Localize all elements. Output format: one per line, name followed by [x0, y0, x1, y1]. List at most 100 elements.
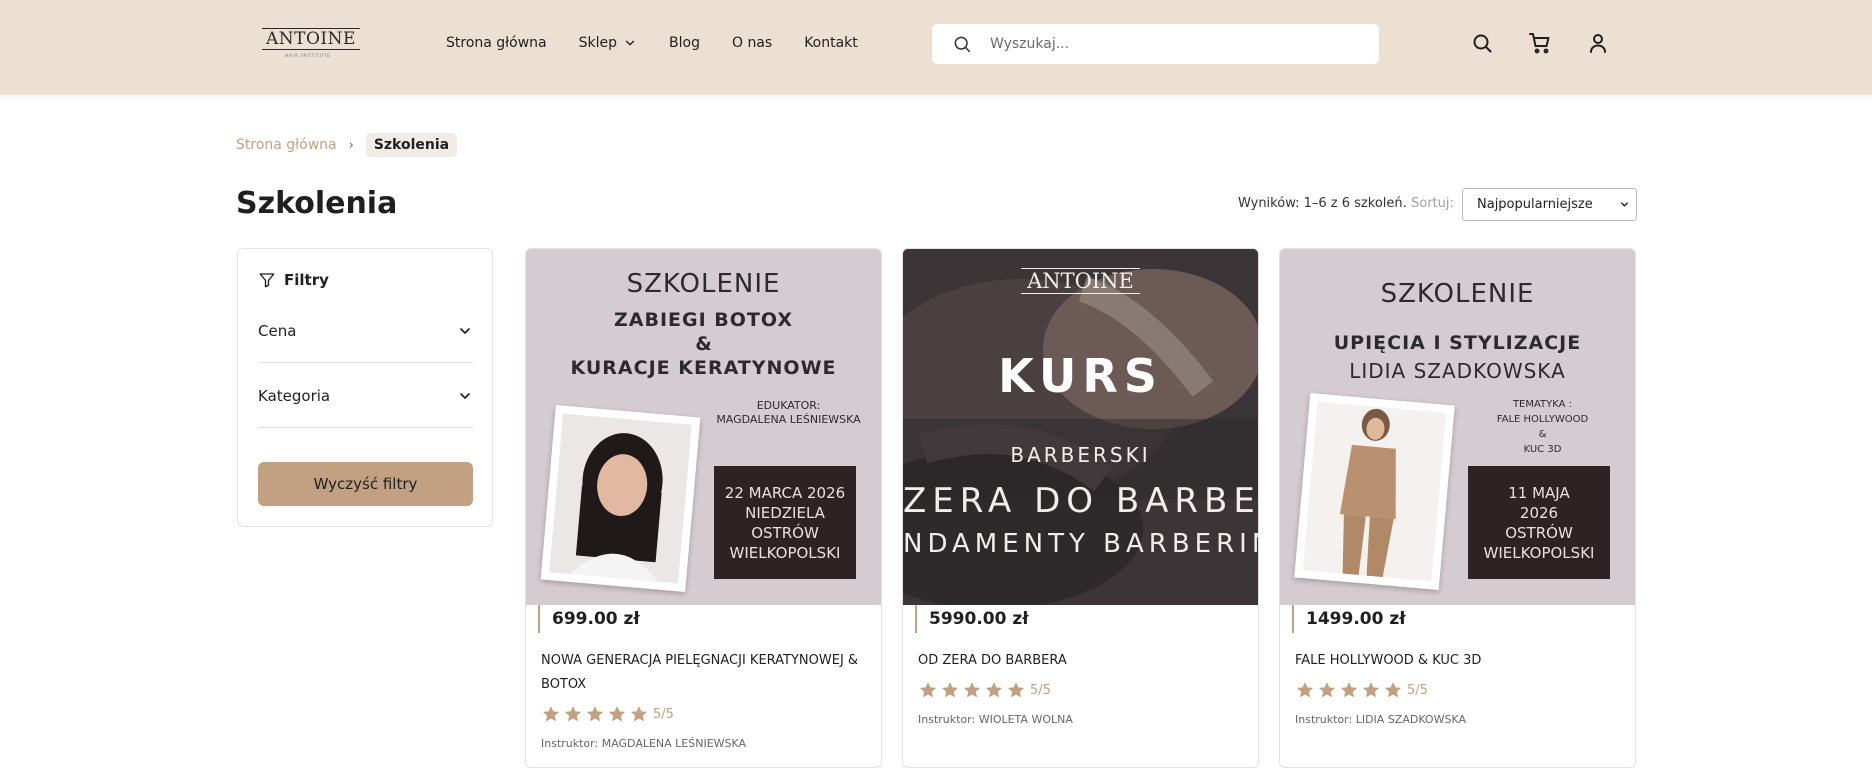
product-price: 699.00 zł	[538, 605, 640, 633]
product-price: 1499.00 zł	[1292, 605, 1406, 633]
star-icon	[963, 682, 981, 698]
star-icon	[985, 682, 1003, 698]
poster-heading: KURS	[998, 349, 1163, 403]
portrait-illustration	[1302, 401, 1447, 582]
nav-item-contact[interactable]: Kontakt	[804, 35, 858, 51]
star-icon	[1296, 682, 1314, 698]
filter-icon	[259, 273, 275, 288]
nav-label: O nas	[731, 35, 773, 51]
rating-value: 5/5	[1407, 682, 1428, 698]
breadcrumb-home-link[interactable]: Strona główna	[236, 137, 337, 153]
sort-select[interactable]: Najpopularniejsze	[1462, 188, 1637, 221]
cart-icon[interactable]	[1528, 31, 1552, 55]
instructor-photo	[540, 405, 701, 592]
filters-title: Filtry	[284, 271, 329, 289]
poster-line: BARBERSKI	[1010, 443, 1151, 467]
star-icon	[1362, 682, 1380, 698]
course-poster: SZKOLENIE ZABIEGI BOTOX & KURACJE KERATY…	[526, 249, 881, 605]
poster-logo-wrap: ANTOINE	[903, 268, 1258, 294]
product-card[interactable]: SZKOLENIE ZABIEGI BOTOX & KURACJE KERATY…	[525, 248, 882, 768]
search-bar	[932, 24, 1379, 64]
chevron-down-icon	[625, 40, 635, 46]
nav-label: Sklep	[578, 35, 618, 51]
rating-stars: 5/5	[1295, 680, 1428, 700]
course-poster: ANTOINE KURS BARBERSKI ZERA DO BARBE NDA…	[903, 249, 1258, 605]
poster-line: KURACJE KERATYNOWE	[570, 357, 837, 379]
rating-value: 5/5	[653, 706, 674, 722]
poster-date-line: 11 MAJA	[1508, 483, 1570, 502]
poster-date-line: OSTRÓW	[751, 523, 819, 542]
product-title[interactable]: OD ZERA DO BARBERA	[918, 649, 1238, 673]
poster-date-line: 2026	[1519, 503, 1559, 522]
poster-logo: ANTOINE	[1021, 268, 1140, 294]
poster-heading: SZKOLENIE	[1380, 279, 1535, 309]
filters-panel: Filtry Cena Kategoria Wyczyść filtry	[237, 248, 493, 527]
rating-value: 5/5	[1030, 682, 1051, 698]
nav-label: Kontakt	[804, 35, 858, 51]
star-icon	[1340, 682, 1358, 698]
poster-line: &	[695, 333, 712, 355]
logo-subtext: HAIR INSTITUTE	[285, 53, 331, 58]
poster-topic-label: TEMATYKA :	[1512, 399, 1573, 410]
star-icon	[586, 706, 604, 722]
header-actions	[1470, 31, 1610, 55]
product-price: 5990.00 zł	[915, 605, 1029, 633]
filters-header: Filtry	[258, 271, 329, 289]
nav-label: Blog	[669, 35, 700, 51]
sort-value: Najpopularniejsze	[1477, 197, 1593, 212]
rating-stars: 5/5	[541, 704, 674, 724]
nav-item-blog[interactable]: Blog	[669, 35, 700, 51]
star-icon	[919, 682, 937, 698]
chevron-right-icon: ›	[348, 137, 354, 153]
nav-label: Strona główna	[446, 35, 547, 51]
portrait-illustration	[549, 413, 692, 584]
user-icon[interactable]	[1586, 31, 1610, 55]
breadcrumb-current: Szkolenia	[365, 133, 458, 157]
product-card[interactable]: SZKOLENIE UPIĘCIA I STYLIZACJE LIDIA SZA…	[1279, 248, 1636, 768]
product-title[interactable]: NOWA GENERACJA PIELĘGNACJI KERATYNOWEJ &…	[541, 649, 861, 697]
nav-item-about[interactable]: O nas	[732, 35, 772, 51]
star-icon	[608, 706, 626, 722]
poster-date-line: WIELKOPOLSKI	[1483, 543, 1595, 562]
product-title[interactable]: FALE HOLLYWOOD & KUC 3D	[1295, 649, 1615, 673]
search-icon	[954, 36, 971, 53]
star-icon	[1318, 682, 1336, 698]
poster-date-line: OSTRÓW	[1505, 523, 1573, 542]
star-icon	[1007, 682, 1025, 698]
nav-item-home[interactable]: Strona główna	[446, 35, 547, 51]
product-image[interactable]: SZKOLENIE ZABIEGI BOTOX & KURACJE KERATY…	[526, 249, 881, 605]
product-instructor: Instruktor: LIDIA SZADKOWSKA	[1295, 713, 1466, 726]
star-icon	[542, 706, 560, 722]
poster-date-line: 22 MARCA 2026	[724, 483, 846, 502]
nav-item-shop[interactable]: Sklep	[579, 35, 637, 51]
search-icon[interactable]	[1470, 31, 1494, 55]
page-title: Szkolenia	[236, 186, 398, 221]
poster-line: ZERA DO BARBE	[903, 481, 1258, 521]
clear-filters-button[interactable]: Wyczyść filtry	[258, 462, 473, 506]
site-logo[interactable]: ANTOINE HAIR INSTITUTE	[262, 28, 360, 64]
product-card[interactable]: ANTOINE KURS BARBERSKI ZERA DO BARBE NDA…	[902, 248, 1259, 768]
product-image[interactable]: SZKOLENIE UPIĘCIA I STYLIZACJE LIDIA SZA…	[1280, 249, 1635, 605]
star-icon	[1384, 682, 1402, 698]
logo-text: ANTOINE	[262, 28, 360, 50]
poster-line: UPIĘCIA I STYLIZACJE	[1333, 332, 1582, 354]
search-input[interactable]	[990, 36, 1350, 52]
site-header: ANTOINE HAIR INSTITUTE Strona główna Skl…	[0, 0, 1872, 95]
star-icon	[941, 682, 959, 698]
poster-date-line: WIELKOPOLSKI	[729, 543, 841, 562]
poster-line: ZABIEGI BOTOX	[613, 309, 793, 331]
poster-date-box: 11 MAJA 2026 OSTRÓW WIELKOPOLSKI	[1468, 466, 1610, 579]
product-image[interactable]: ANTOINE KURS BARBERSKI ZERA DO BARBE NDA…	[903, 249, 1258, 605]
poster-topic-line: KUC 3D	[1523, 444, 1562, 455]
filter-category-toggle[interactable]: Kategoria	[258, 364, 473, 428]
poster-topic-line: FALE HOLLYWOOD	[1496, 414, 1589, 425]
sort-label: Sortuj:	[1411, 196, 1454, 211]
breadcrumb: Strona główna › Szkolenia	[236, 133, 458, 157]
filter-price-toggle[interactable]: Cena	[258, 299, 473, 363]
filter-price-label: Cena	[258, 321, 297, 340]
chevron-down-icon	[460, 392, 470, 399]
poster-topic-line: &	[1538, 429, 1547, 440]
poster-line: LIDIA SZADKOWSKA	[1349, 359, 1566, 383]
instructor-photo	[1294, 393, 1455, 590]
poster-date-line: NIEDZIELA	[745, 503, 825, 522]
